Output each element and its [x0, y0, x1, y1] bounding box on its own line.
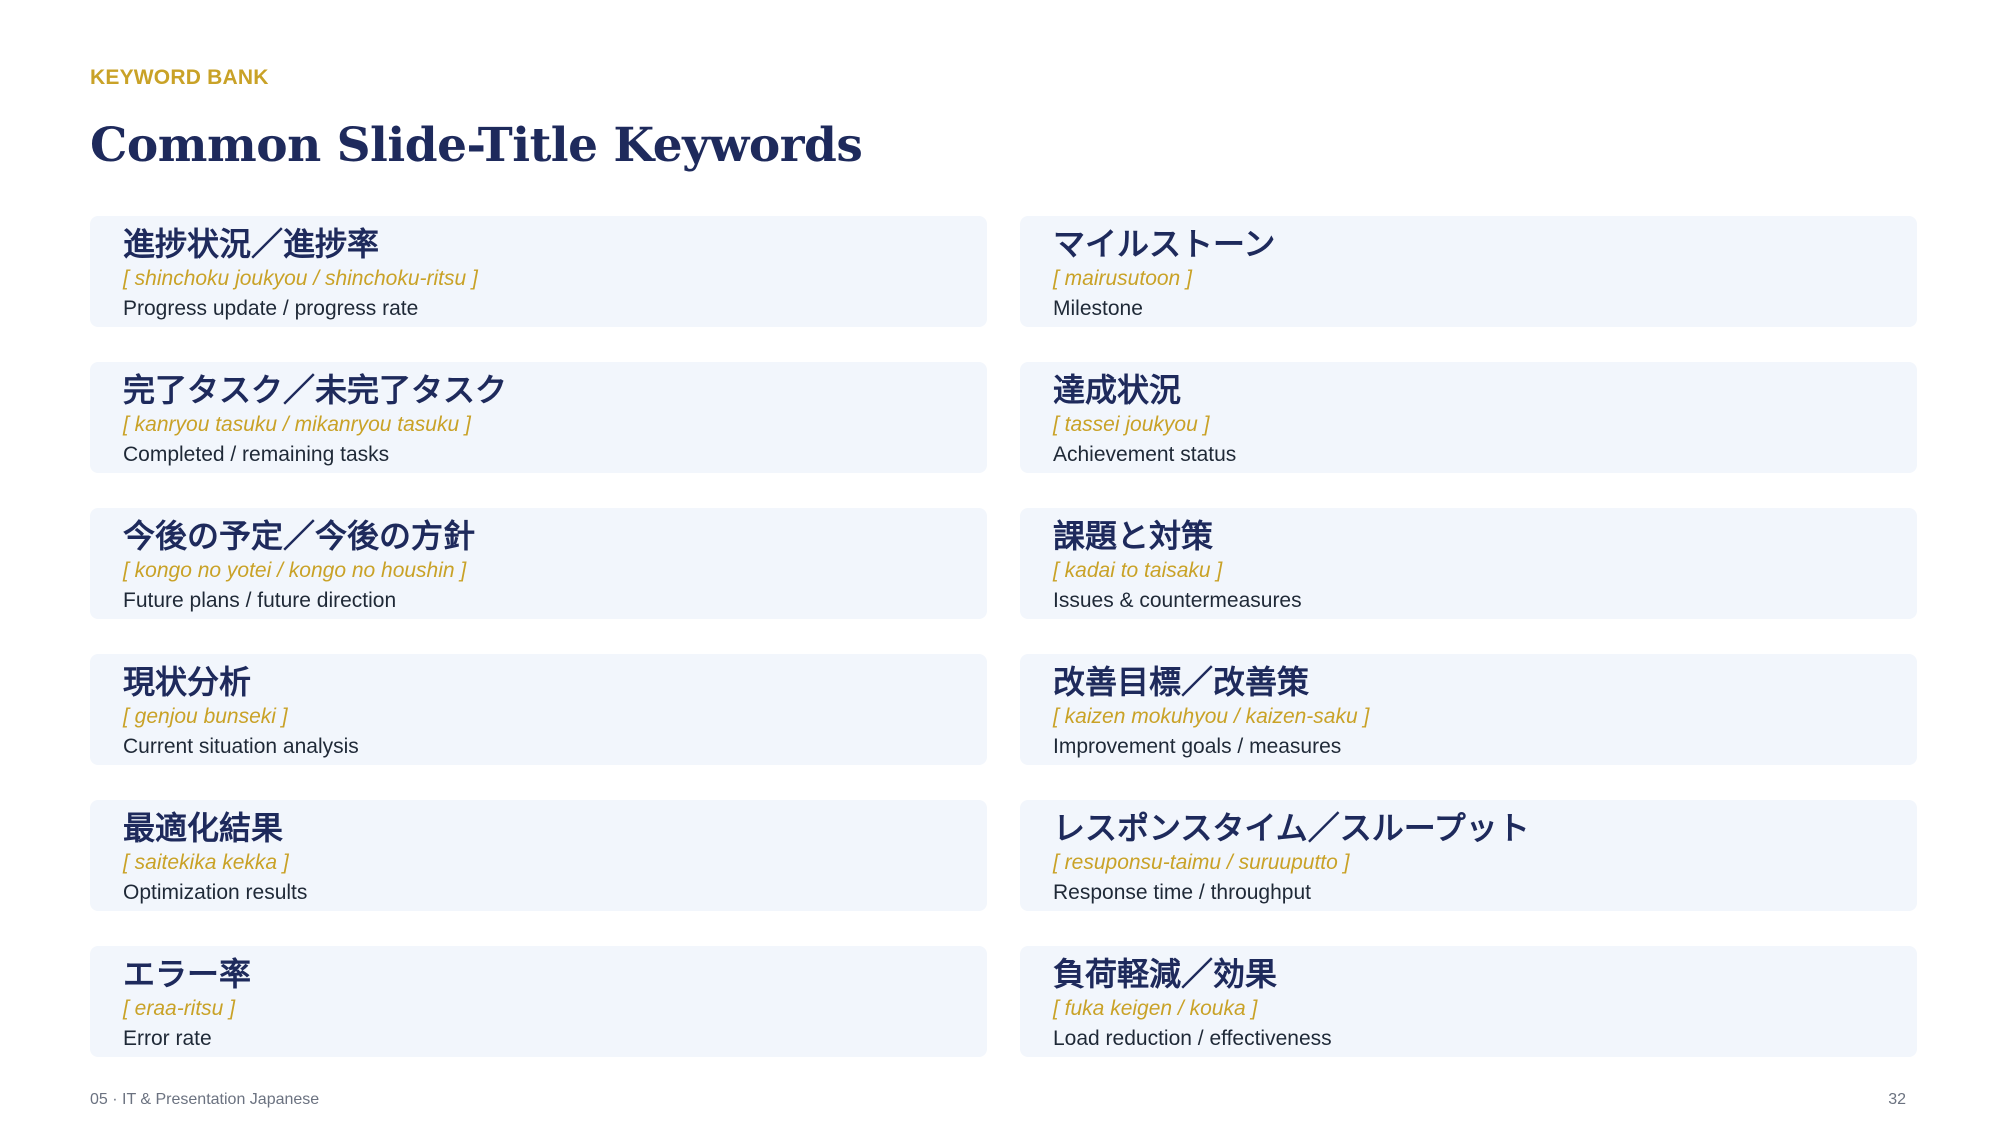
keyword-japanese: 負荷軽減／効果 — [1053, 955, 1278, 993]
keyword-romaji: [ mairusutoon ] — [1053, 267, 1192, 290]
keyword-english: Issues & countermeasures — [1053, 589, 1302, 612]
keyword-english: Response time / throughput — [1053, 881, 1311, 904]
keyword-japanese: 課題と対策 — [1053, 517, 1214, 555]
keyword-card: 達成状況 [ tassei joukyou ] Achievement stat… — [1020, 362, 1917, 473]
keyword-romaji: [ kongo no yotei / kongo no houshin ] — [123, 559, 467, 582]
keyword-english: Error rate — [123, 1027, 212, 1050]
keyword-japanese: マイルストーン — [1053, 225, 1276, 263]
page-title: Common Slide-Title Keywords — [90, 118, 863, 173]
page-number: 32 — [1888, 1091, 1906, 1108]
keyword-japanese: 今後の予定／今後の方針 — [123, 517, 476, 555]
keyword-english: Optimization results — [123, 881, 308, 904]
keyword-romaji: [ kadai to taisaku ] — [1053, 559, 1223, 582]
keyword-english: Progress update / progress rate — [123, 297, 419, 320]
keyword-english: Milestone — [1053, 297, 1143, 320]
keyword-card: 最適化結果 [ saitekika kekka ] Optimization r… — [90, 800, 987, 911]
keyword-card: マイルストーン [ mairusutoon ] Milestone — [1020, 216, 1917, 327]
keyword-card: エラー率 [ eraa-ritsu ] Error rate — [90, 946, 987, 1057]
keyword-card: 完了タスク／未完了タスク [ kanryou tasuku / mikanryo… — [90, 362, 987, 473]
keyword-card: レスポンスタイム／スループット [ resuponsu-taimu / suru… — [1020, 800, 1917, 911]
keyword-english: Future plans / future direction — [123, 589, 397, 612]
keyword-japanese: 改善目標／改善策 — [1053, 663, 1310, 701]
keyword-romaji: [ eraa-ritsu ] — [123, 997, 236, 1020]
keyword-card: 今後の予定／今後の方針 [ kongo no yotei / kongo no … — [90, 508, 987, 619]
keyword-japanese: 現状分析 — [123, 663, 252, 701]
keyword-japanese: レスポンスタイム／スループット — [1053, 809, 1530, 847]
keyword-card: 負荷軽減／効果 [ fuka keigen / kouka ] Load red… — [1020, 946, 1917, 1057]
keyword-card: 改善目標／改善策 [ kaizen mokuhyou / kaizen-saku… — [1020, 654, 1917, 765]
keyword-card: 課題と対策 [ kadai to taisaku ] Issues & coun… — [1020, 508, 1917, 619]
keyword-english: Improvement goals / measures — [1053, 735, 1342, 758]
keyword-english: Achievement status — [1053, 443, 1237, 466]
keyword-japanese: 進捗状況／進捗率 — [123, 225, 380, 263]
keyword-japanese: エラー率 — [123, 955, 252, 993]
keyword-grid: 進捗状況／進捗率 [ shinchoku joukyou / shinchoku… — [90, 216, 1917, 1057]
keyword-japanese: 最適化結果 — [123, 809, 284, 847]
keyword-romaji: [ shinchoku joukyou / shinchoku-ritsu ] — [123, 267, 478, 290]
keyword-english: Current situation analysis — [123, 735, 359, 758]
keyword-romaji: [ kanryou tasuku / mikanryou tasuku ] — [123, 413, 471, 436]
keyword-romaji: [ resuponsu-taimu / suruuputto ] — [1053, 851, 1350, 874]
keyword-japanese: 達成状況 — [1053, 371, 1182, 409]
keyword-english: Completed / remaining tasks — [123, 443, 390, 466]
keyword-romaji: [ tassei joukyou ] — [1053, 413, 1210, 436]
keyword-english: Load reduction / effectiveness — [1053, 1027, 1332, 1050]
keyword-card: 進捗状況／進捗率 [ shinchoku joukyou / shinchoku… — [90, 216, 987, 327]
keyword-romaji: [ genjou bunseki ] — [123, 705, 288, 728]
keyword-card: 現状分析 [ genjou bunseki ] Current situatio… — [90, 654, 987, 765]
footer-section-label: 05 · IT & Presentation Japanese — [90, 1091, 320, 1108]
section-eyebrow: KEYWORD BANK — [90, 66, 269, 89]
keyword-romaji: [ fuka keigen / kouka ] — [1053, 997, 1258, 1020]
keyword-romaji: [ kaizen mokuhyou / kaizen-saku ] — [1053, 705, 1370, 728]
keyword-japanese: 完了タスク／未完了タスク — [123, 371, 508, 409]
keyword-romaji: [ saitekika kekka ] — [123, 851, 289, 874]
